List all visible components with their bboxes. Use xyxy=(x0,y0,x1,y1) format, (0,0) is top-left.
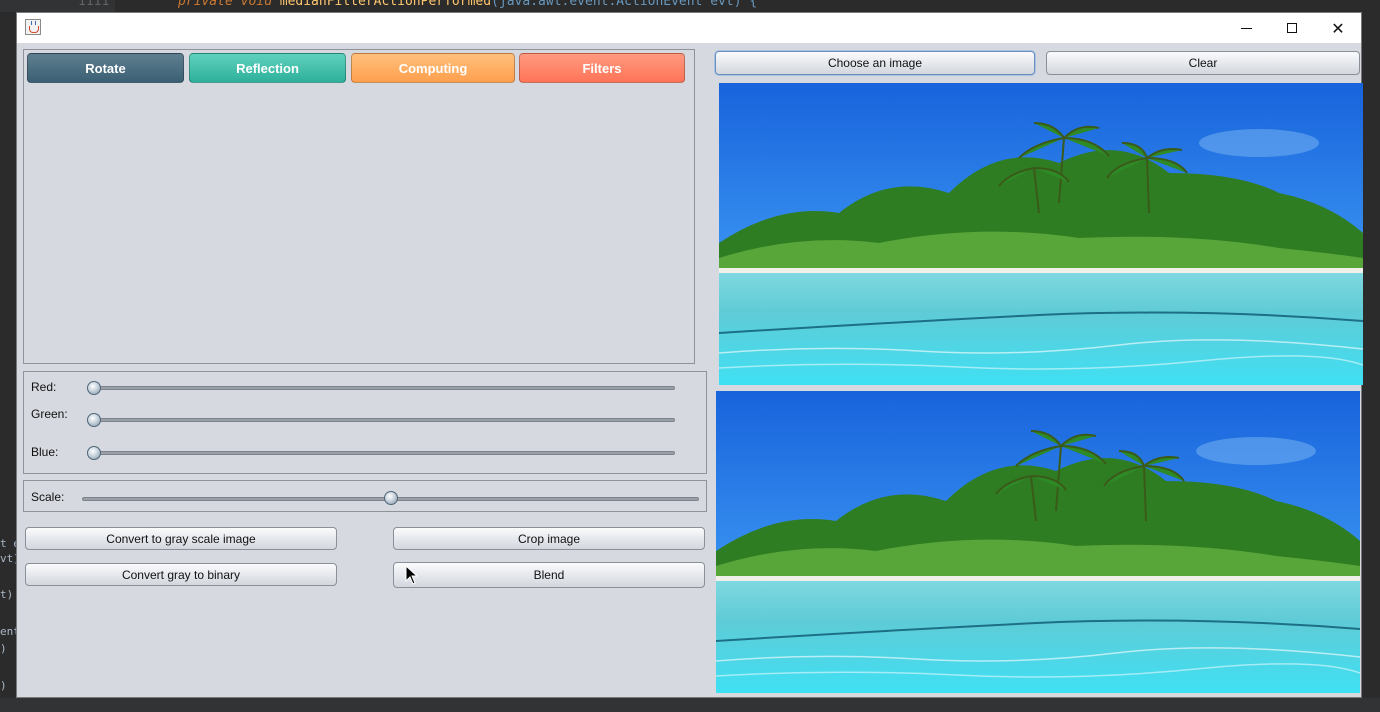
tab-reflection[interactable]: Reflection xyxy=(189,53,346,83)
mouse-cursor-icon xyxy=(405,565,419,585)
ide-fragment: t) xyxy=(0,588,14,601)
ide-code-rest: (java.awt.event.ActionEvent evt) { xyxy=(491,0,758,9)
original-image xyxy=(719,83,1363,385)
close-button[interactable]: ✕ xyxy=(1315,13,1361,43)
tab-panel xyxy=(23,49,695,364)
green-slider-thumb[interactable] xyxy=(87,413,101,427)
app-window: ✕ Rotate Reflection Computing Filters Re… xyxy=(16,12,1363,698)
ide-status-strip xyxy=(0,698,1380,712)
ide-background-left: t e vt) t) ent ) ) ) xyxy=(0,42,16,698)
scale-label: Scale: xyxy=(31,490,65,504)
red-label: Red: xyxy=(31,380,57,394)
ide-background-code: 1111 private void medianFilterActionPerf… xyxy=(0,0,1380,12)
convert-binary-button[interactable]: Convert gray to binary xyxy=(25,563,337,586)
ide-fragment: ) xyxy=(0,679,7,692)
blue-label: Blue: xyxy=(31,445,59,459)
minimize-icon xyxy=(1240,27,1252,29)
blue-slider-thumb[interactable] xyxy=(87,446,101,460)
scale-slider-panel xyxy=(23,480,707,512)
blend-button[interactable]: Blend xyxy=(393,562,705,588)
convert-gray-button[interactable]: Convert to gray scale image xyxy=(25,527,337,550)
green-label: Green: xyxy=(31,407,68,421)
minimize-button[interactable] xyxy=(1223,13,1269,43)
crop-image-button[interactable]: Crop image xyxy=(393,527,705,550)
ide-fragment: ent xyxy=(0,625,16,638)
choose-image-button[interactable]: Choose an image xyxy=(715,51,1035,75)
green-slider-track[interactable] xyxy=(92,418,675,422)
ide-code-line: private void medianFilterActionPerformed… xyxy=(178,0,757,8)
beach-island-image xyxy=(719,83,1363,385)
title-bar: ✕ xyxy=(17,13,1361,43)
maximize-button[interactable] xyxy=(1269,13,1315,43)
result-image xyxy=(716,391,1360,693)
close-icon: ✕ xyxy=(1331,18,1345,38)
ide-fragment: vt) xyxy=(0,552,16,565)
blue-slider-track[interactable] xyxy=(92,451,675,455)
tab-rotate[interactable]: Rotate xyxy=(27,53,184,83)
ide-code-keyword: private void xyxy=(178,0,280,9)
beach-island-image xyxy=(716,391,1360,693)
maximize-icon xyxy=(1287,23,1297,33)
ide-line-number: 1111 xyxy=(78,0,110,9)
tab-filters[interactable]: Filters xyxy=(519,53,685,83)
ide-fragment: ) xyxy=(0,642,7,655)
java-cup-icon xyxy=(25,19,41,35)
red-slider-thumb[interactable] xyxy=(87,381,101,395)
ide-code-method: medianFilterActionPerformed xyxy=(279,0,492,9)
ide-fragment: t e xyxy=(0,537,16,550)
clear-button[interactable]: Clear xyxy=(1046,51,1360,75)
tab-computing[interactable]: Computing xyxy=(351,53,515,83)
red-slider-track[interactable] xyxy=(92,386,675,390)
scale-slider-thumb[interactable] xyxy=(384,491,398,505)
